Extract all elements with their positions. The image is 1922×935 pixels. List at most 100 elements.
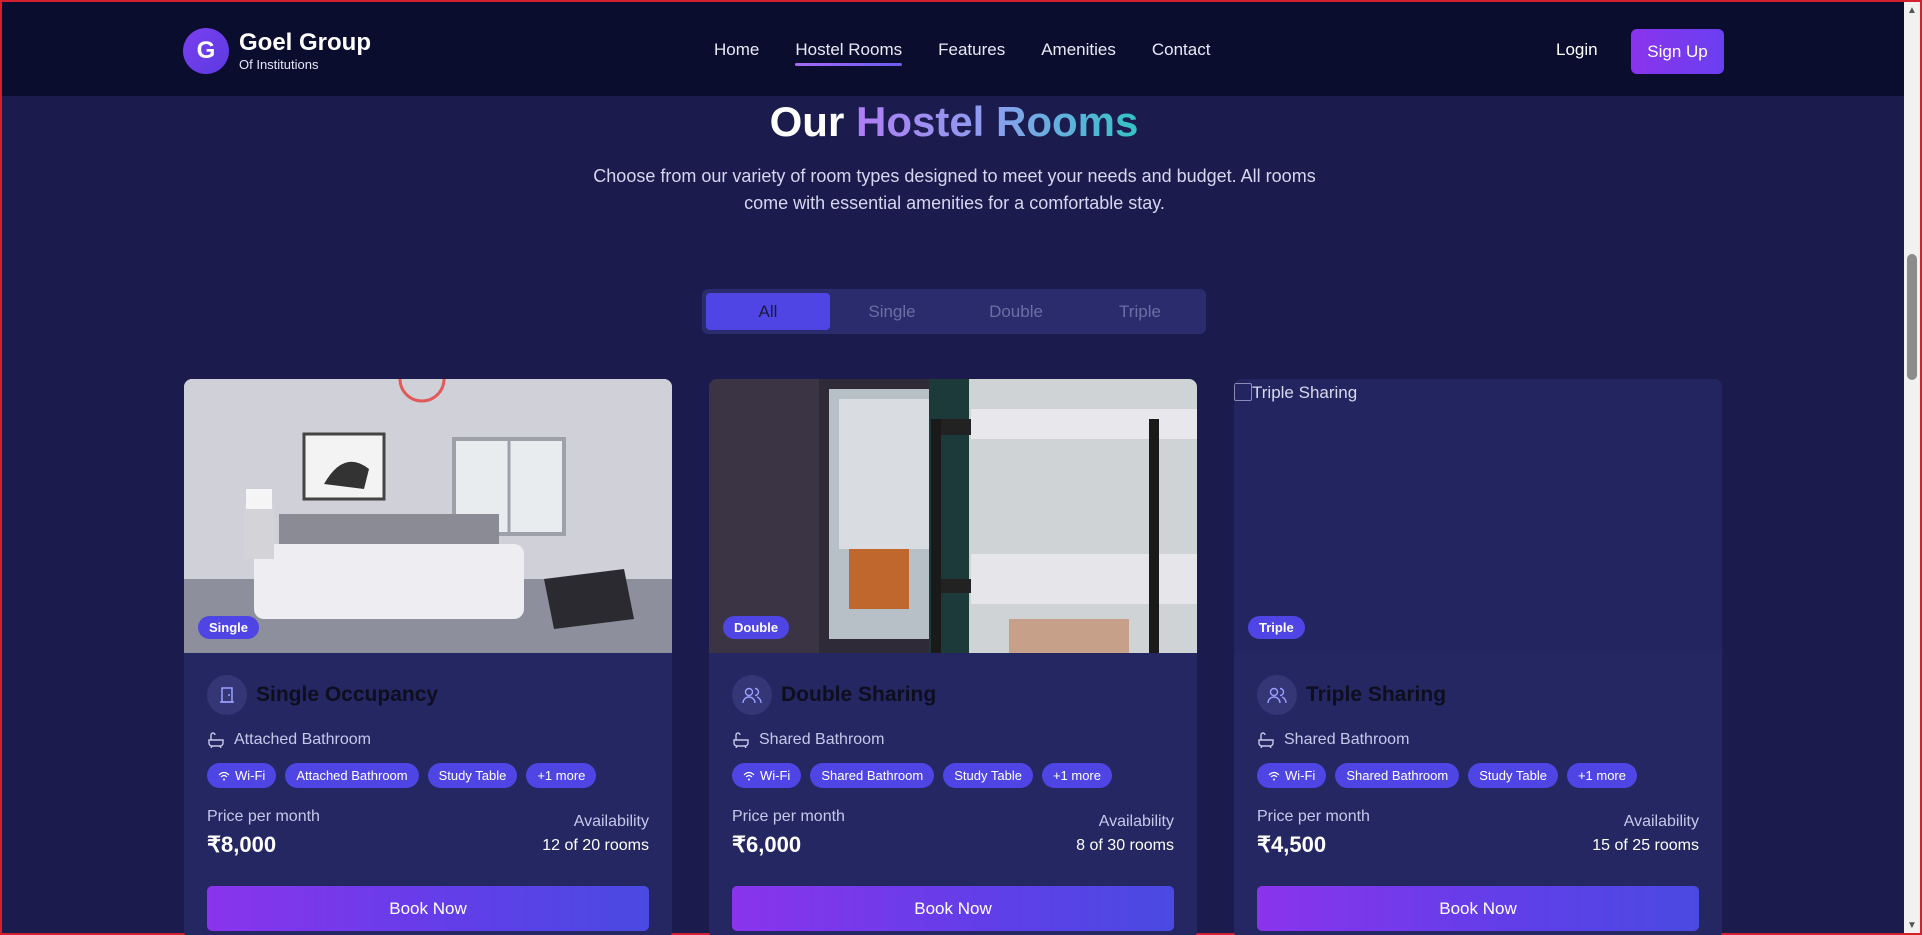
room-filter-tabs: All Single Double Triple [702,289,1206,334]
price-block: Price per month ₹4,500 [1257,808,1370,858]
bedroom-photo [184,379,672,653]
nav-amenities[interactable]: Amenities [1041,40,1116,66]
room-image: Single [184,379,672,653]
tab-double[interactable]: Double [954,293,1078,330]
chip-wifi: Wi-Fi [207,763,277,788]
card-body: Double Sharing Shared Bathroom Wi-Fi Sha… [709,653,1197,931]
title-part-2: Hostel Rooms [855,98,1139,145]
availability-value: 12 of 20 rooms [542,837,649,854]
bathroom-label: Shared Bathroom [759,731,885,748]
users-icon [1257,675,1297,715]
room-card-single: Single Single Occupancy Attached Bathroo… [184,379,672,935]
chip-more[interactable]: +1 more [1566,763,1637,788]
bunk-room-photo [709,379,1197,653]
tab-all[interactable]: All [706,293,830,330]
brand-name: Goel Group [239,29,371,56]
nav-hostel-rooms[interactable]: Hostel Rooms [795,40,902,66]
room-image: Triple Sharing Triple [1234,379,1722,653]
availability-label: Availability [1623,813,1699,830]
amenity-chips: Wi-Fi Shared Bathroom Study Table +1 mor… [732,763,1174,788]
chip-more[interactable]: +1 more [526,763,597,788]
chip-bathroom: Shared Bathroom [1335,763,1460,788]
nav-home[interactable]: Home [714,40,759,66]
price-label: Price per month [207,808,320,825]
bathroom-info: Shared Bathroom [1257,731,1699,749]
brand-text: Goel Group Of Institutions [239,29,371,73]
wifi-icon [218,771,230,780]
availability-block: Availability 15 of 25 rooms [1592,808,1699,858]
room-title: Triple Sharing [1306,683,1447,706]
main-nav: Home Hostel Rooms Features Amenities Con… [714,40,1246,66]
brand-subtitle: Of Institutions [239,57,319,72]
room-header: Double Sharing [732,675,1174,715]
price-block: Price per month ₹6,000 [732,808,845,858]
bath-icon [1258,732,1274,748]
scroll-up-arrow-icon[interactable]: ▲ [1904,2,1920,18]
price-row: Price per month ₹8,000 Availability 12 o… [207,808,649,858]
room-title: Single Occupancy [256,683,439,706]
bathroom-label: Shared Bathroom [1284,731,1410,748]
price-row: Price per month ₹6,000 Availability 8 of… [732,808,1174,858]
book-now-button[interactable]: Book Now [732,886,1174,931]
price-block: Price per month ₹8,000 [207,808,320,858]
card-body: Triple Sharing Shared Bathroom Wi-Fi Sha… [1234,653,1722,931]
chip-bathroom: Attached Bathroom [285,763,419,788]
bathroom-info: Shared Bathroom [732,731,1174,749]
room-type-badge: Triple [1248,616,1305,639]
site-header: G Goel Group Of Institutions Home Hostel… [2,2,1906,96]
room-header: Single Occupancy [207,675,649,715]
nav-features[interactable]: Features [938,40,1005,66]
logo: G [183,28,229,74]
bath-icon [733,732,749,748]
page-subtitle: Choose from our variety of room types de… [593,166,1316,213]
users-icon [732,675,772,715]
card-body: Single Occupancy Attached Bathroom Wi-Fi… [184,653,672,931]
chip-study-table: Study Table [943,763,1033,788]
availability-value: 15 of 25 rooms [1592,837,1699,854]
room-type-badge: Double [723,616,790,639]
scroll-thumb[interactable] [1907,254,1917,380]
brand[interactable]: G Goel Group Of Institutions [183,28,371,74]
room-card-double: Double Double Sharing Shared Bathroom Wi… [709,379,1197,935]
price-label: Price per month [732,808,845,825]
room-image: Double [709,379,1197,653]
room-title: Double Sharing [781,683,937,706]
wifi-icon [743,771,755,780]
wifi-icon [1268,771,1280,780]
bath-icon [208,732,224,748]
login-button[interactable]: Login [1556,40,1598,60]
price-value: ₹4,500 [1257,832,1327,857]
room-type-badge: Single [198,616,260,639]
tab-triple[interactable]: Triple [1078,293,1202,330]
chip-wifi: Wi-Fi [1257,763,1327,788]
book-now-button[interactable]: Book Now [1257,886,1699,931]
price-row: Price per month ₹4,500 Availability 15 o… [1257,808,1699,858]
amenity-chips: Wi-Fi Attached Bathroom Study Table +1 m… [207,763,649,788]
price-label: Price per month [1257,808,1370,825]
availability-label: Availability [1098,813,1174,830]
availability-value: 8 of 30 rooms [1076,837,1174,854]
book-now-button[interactable]: Book Now [207,886,649,931]
chip-more[interactable]: +1 more [1041,763,1112,788]
availability-block: Availability 12 of 20 rooms [542,808,649,858]
room-card-triple: Triple Sharing Triple Triple Sharing Sha… [1234,379,1722,935]
chip-wifi: Wi-Fi [732,763,802,788]
chip-study-table: Study Table [427,763,518,788]
chip-bathroom: Shared Bathroom [810,763,935,788]
page-scrollbar[interactable]: ▲ ▼ [1904,2,1920,933]
scroll-down-arrow-icon[interactable]: ▼ [1904,917,1920,933]
tab-single[interactable]: Single [830,293,954,330]
room-header: Triple Sharing [1257,675,1699,715]
price-value: ₹6,000 [732,832,802,857]
title-part-1: Our [769,98,845,145]
price-value: ₹8,000 [207,832,277,857]
bathroom-label: Attached Bathroom [234,731,371,748]
availability-label: Availability [573,813,649,830]
signup-button[interactable]: Sign Up [1631,29,1724,74]
availability-block: Availability 8 of 30 rooms [1076,808,1174,858]
bathroom-info: Attached Bathroom [207,731,649,749]
amenity-chips: Wi-Fi Shared Bathroom Study Table +1 mor… [1257,763,1699,788]
nav-contact[interactable]: Contact [1152,40,1211,66]
broken-image-alt: Triple Sharing [1234,383,1358,402]
page-title: Our Hostel Rooms [2,98,1906,146]
